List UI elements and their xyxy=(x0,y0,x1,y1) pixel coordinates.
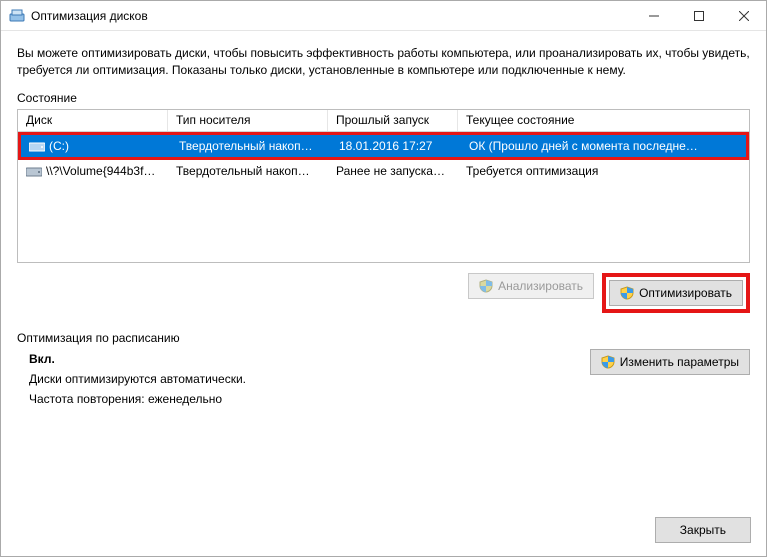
schedule-label: Оптимизация по расписанию xyxy=(17,331,750,345)
window-title: Оптимизация дисков xyxy=(31,9,631,23)
intro-text: Вы можете оптимизировать диски, чтобы по… xyxy=(17,45,750,79)
drive-name-text: \\?\Volume{944b3f… xyxy=(46,164,155,178)
maximize-button[interactable] xyxy=(676,1,721,30)
drive-name: \\?\Volume{944b3f… xyxy=(18,164,168,178)
analyze-label: Анализировать xyxy=(498,279,583,293)
drive-list: Диск Тип носителя Прошлый запуск Текущее… xyxy=(17,109,750,263)
drive-row[interactable]: (C:) Твердотельный накоп… 18.01.2016 17:… xyxy=(21,135,746,157)
minimize-button[interactable] xyxy=(631,1,676,30)
drive-last: 18.01.2016 17:27 xyxy=(331,139,461,153)
shield-icon xyxy=(620,286,634,300)
drive-icon xyxy=(26,165,42,177)
drive-media: Твердотельный накоп… xyxy=(171,139,331,153)
drive-last: Ранее не запуска… xyxy=(328,164,458,178)
action-buttons: Анализировать Оптимизировать xyxy=(17,273,750,313)
schedule-line1: Диски оптимизируются автоматически. xyxy=(29,369,246,389)
close-dialog-button[interactable]: Закрыть xyxy=(655,517,751,543)
drive-icon xyxy=(29,140,45,152)
shield-icon xyxy=(479,279,493,293)
drive-name: (C:) xyxy=(21,139,171,153)
col-header-last[interactable]: Прошлый запуск xyxy=(328,110,458,131)
drive-rows: (C:) Твердотельный накоп… 18.01.2016 17:… xyxy=(18,132,749,262)
drive-row[interactable]: \\?\Volume{944b3f… Твердотельный накоп… … xyxy=(18,160,749,182)
col-header-state[interactable]: Текущее состояние xyxy=(458,110,749,131)
drive-list-header: Диск Тип носителя Прошлый запуск Текущее… xyxy=(18,110,749,132)
drive-state: ОК (Прошло дней с момента последне… xyxy=(461,139,746,153)
drive-name-text: (C:) xyxy=(49,139,69,153)
titlebar: Оптимизация дисков xyxy=(1,1,766,31)
status-label: Состояние xyxy=(17,91,750,105)
close-button[interactable] xyxy=(721,1,766,30)
drive-media: Твердотельный накоп… xyxy=(168,164,328,178)
change-settings-label: Изменить параметры xyxy=(620,355,739,369)
schedule-on: Вкл. xyxy=(29,349,246,369)
close-row: Закрыть xyxy=(655,517,751,543)
col-header-media[interactable]: Тип носителя xyxy=(168,110,328,131)
change-settings-button[interactable]: Изменить параметры xyxy=(590,349,750,375)
optimize-label: Оптимизировать xyxy=(639,286,732,300)
content: Вы можете оптимизировать диски, чтобы по… xyxy=(1,31,766,440)
optimize-highlight: Оптимизировать xyxy=(602,273,750,313)
optimize-button[interactable]: Оптимизировать xyxy=(609,280,743,306)
drive-state: Требуется оптимизация xyxy=(458,164,749,178)
schedule-line2: Частота повторения: еженедельно xyxy=(29,389,246,409)
analyze-button: Анализировать xyxy=(468,273,594,299)
window-buttons xyxy=(631,1,766,30)
schedule-section: Оптимизация по расписанию Вкл. Диски опт… xyxy=(17,331,750,410)
schedule-text: Вкл. Диски оптимизируются автоматически.… xyxy=(29,349,246,410)
selected-row-highlight: (C:) Твердотельный накоп… 18.01.2016 17:… xyxy=(18,132,749,160)
shield-icon xyxy=(601,355,615,369)
col-header-disk[interactable]: Диск xyxy=(18,110,168,131)
app-icon xyxy=(9,8,25,24)
